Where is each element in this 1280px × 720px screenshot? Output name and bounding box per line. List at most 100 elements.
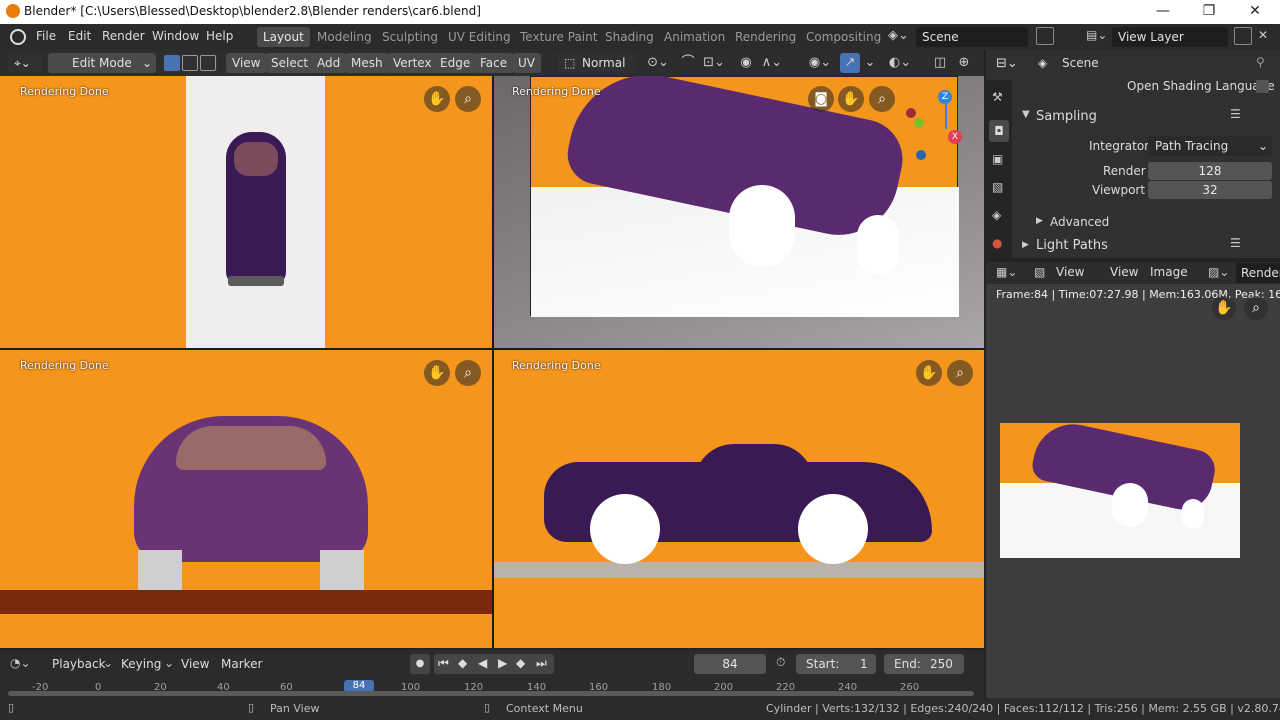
presets-icon[interactable]: ☰ [1230, 107, 1241, 121]
tab-uv-editing[interactable]: UV Editing [442, 27, 517, 47]
face-menu[interactable]: Face [474, 53, 514, 73]
play-icon[interactable]: ▶ [498, 656, 507, 670]
tab-shading[interactable]: Shading [599, 27, 660, 47]
vertex-menu[interactable]: Vertex [387, 53, 438, 73]
shading-wireframe-icon[interactable]: ⊕ [954, 53, 974, 73]
marker-menu[interactable]: Marker [221, 657, 262, 671]
scene-selector-icon[interactable]: ◈⌄ [888, 28, 909, 43]
visibility-icon[interactable]: ◉⌄ [806, 53, 834, 73]
viewport-samples-field[interactable]: 32 [1148, 181, 1272, 199]
snap-icon[interactable]: ⌒ [678, 53, 698, 73]
gizmo-dropdown-icon[interactable]: ⌄ [862, 53, 878, 73]
record-button[interactable]: ● [410, 654, 430, 674]
start-frame-field[interactable]: Start: 1 [796, 654, 876, 674]
next-keyframe-icon[interactable]: ◆ [516, 656, 525, 670]
pan-icon[interactable]: ✋ [424, 360, 450, 386]
tab-sculpting[interactable]: Sculpting [376, 27, 444, 47]
integrator-dropdown[interactable]: Path Tracing ⌄ [1148, 136, 1272, 156]
pivot-point-icon[interactable]: ⊙⌄ [644, 53, 672, 73]
tab-modeling[interactable]: Modeling [311, 27, 378, 47]
sampling-panel-header[interactable]: Sampling [1036, 109, 1097, 124]
zoom-icon[interactable]: ⌕ [869, 86, 895, 112]
add-menu[interactable]: Add [311, 53, 347, 73]
frame-ruler[interactable]: -20 0 20 40 60 84 100 120 140 160 180 20… [0, 678, 984, 698]
properties-editor-type-icon[interactable]: ⊟⌄ [996, 56, 1018, 71]
navigation-gizmo[interactable]: Z X [902, 88, 972, 166]
view-layer-field[interactable]: View Layer [1112, 27, 1228, 47]
orientation-dropdown[interactable]: ⬚ Normal [558, 53, 636, 73]
world-tab-icon[interactable]: ● [992, 236, 1002, 250]
view-mode-icon[interactable]: ▧ [1034, 265, 1045, 279]
gizmo-y-axis[interactable] [914, 118, 924, 128]
edge-select-icon[interactable] [182, 55, 198, 71]
viewport-split-horizontal[interactable] [0, 348, 984, 350]
chevron-right-icon[interactable]: ▶ [1022, 240, 1029, 250]
scene-field[interactable]: Scene [916, 27, 1028, 47]
light-paths-panel-header[interactable]: Light Paths [1036, 238, 1108, 253]
zoom-icon[interactable]: ⌕ [455, 360, 481, 386]
scene-tab-icon[interactable]: ◈ [992, 208, 1001, 222]
image-browse-icon[interactable]: ▨⌄ [1208, 265, 1229, 279]
view-menu[interactable]: View [226, 53, 267, 73]
gizmo-neg-z-axis[interactable] [916, 150, 926, 160]
image-editor-type-icon[interactable]: ▦⌄ [996, 265, 1017, 279]
camera-icon[interactable]: ◙ [808, 86, 834, 112]
prev-keyframe-icon[interactable]: ◆ [458, 656, 467, 670]
uv-menu[interactable]: UV [512, 53, 541, 73]
viewport-top-left[interactable]: Rendering Done ✋ ⌕ [0, 76, 492, 348]
render-tab-icon[interactable]: ◘ [989, 120, 1009, 142]
pan-icon[interactable]: ✋ [424, 86, 450, 112]
pan-icon[interactable]: ✋ [916, 360, 942, 386]
menu-window[interactable]: Window [152, 29, 199, 43]
maximize-button[interactable]: ❐ [1186, 0, 1232, 24]
osl-checkbox[interactable] [1256, 80, 1269, 93]
zoom-icon[interactable]: ⌕ [947, 360, 973, 386]
menu-render[interactable]: Render [102, 29, 145, 43]
remove-view-layer-icon[interactable]: ✕ [1258, 28, 1268, 42]
viewport-bottom-left[interactable]: Rendering Done ✋ ⌕ [0, 350, 492, 648]
close-button[interactable]: ✕ [1232, 0, 1278, 24]
viewport-bottom-right[interactable]: Rendering Done ✋ ⌕ [494, 350, 984, 648]
zoom-icon[interactable]: ⌕ [455, 86, 481, 112]
playback-menu[interactable]: Playback [52, 657, 106, 671]
image-menu[interactable]: Image [1150, 265, 1188, 279]
image-name-field[interactable]: Render [1236, 263, 1280, 283]
chevron-right-icon[interactable]: ▶ [1036, 216, 1043, 226]
mesh-menu[interactable]: Mesh [345, 53, 389, 73]
render-samples-field[interactable]: 128 [1148, 162, 1272, 180]
vertex-select-icon[interactable] [164, 55, 180, 71]
menu-file[interactable]: File [36, 29, 56, 43]
view-menu[interactable]: View [181, 657, 209, 671]
pin-icon[interactable]: ⚲ [1256, 55, 1265, 69]
play-reverse-icon[interactable]: ◀ [478, 656, 487, 670]
falloff-icon[interactable]: ∧⌄ [758, 53, 786, 73]
viewport-split-vertical[interactable] [492, 76, 494, 648]
blender-menu-icon[interactable] [10, 29, 26, 45]
view-menu[interactable]: View [1110, 265, 1138, 279]
view-layer-tab-icon[interactable]: ▧ [992, 180, 1003, 194]
jump-start-icon[interactable]: ⏮ [438, 656, 449, 671]
tab-rendering[interactable]: Rendering [729, 27, 802, 47]
edge-menu[interactable]: Edge [434, 53, 477, 73]
chevron-down-icon[interactable]: ▼ [1022, 109, 1030, 120]
current-frame-field[interactable]: 84 [694, 654, 766, 674]
tab-layout[interactable]: Layout [257, 27, 310, 47]
menu-help[interactable]: Help [206, 29, 233, 43]
view-mode-dropdown[interactable]: View [1056, 265, 1084, 279]
editor-type-icon[interactable]: ⌖⌄ [8, 53, 42, 73]
new-scene-icon[interactable] [1036, 27, 1054, 45]
xray-icon[interactable]: ◫ [930, 53, 950, 73]
mode-dropdown[interactable]: Edit Mode ⌄ [48, 53, 156, 73]
face-select-icon[interactable] [200, 55, 216, 71]
pan-icon[interactable]: ✋ [838, 86, 864, 112]
proportional-edit-icon[interactable]: ◉ [736, 53, 756, 73]
stopwatch-icon[interactable]: ⏱ [776, 655, 785, 670]
overlay-icon[interactable]: ◐⌄ [886, 53, 914, 73]
tab-texture-paint[interactable]: Texture Paint [514, 27, 603, 47]
tool-tab-icon[interactable]: ⚒ [992, 90, 1003, 104]
tab-animation[interactable]: Animation [658, 27, 731, 47]
gizmo-z-axis[interactable]: Z [938, 90, 952, 104]
presets-icon[interactable]: ☰ [1230, 236, 1241, 250]
select-menu[interactable]: Select [265, 53, 315, 73]
end-frame-field[interactable]: End: 250 [884, 654, 964, 674]
